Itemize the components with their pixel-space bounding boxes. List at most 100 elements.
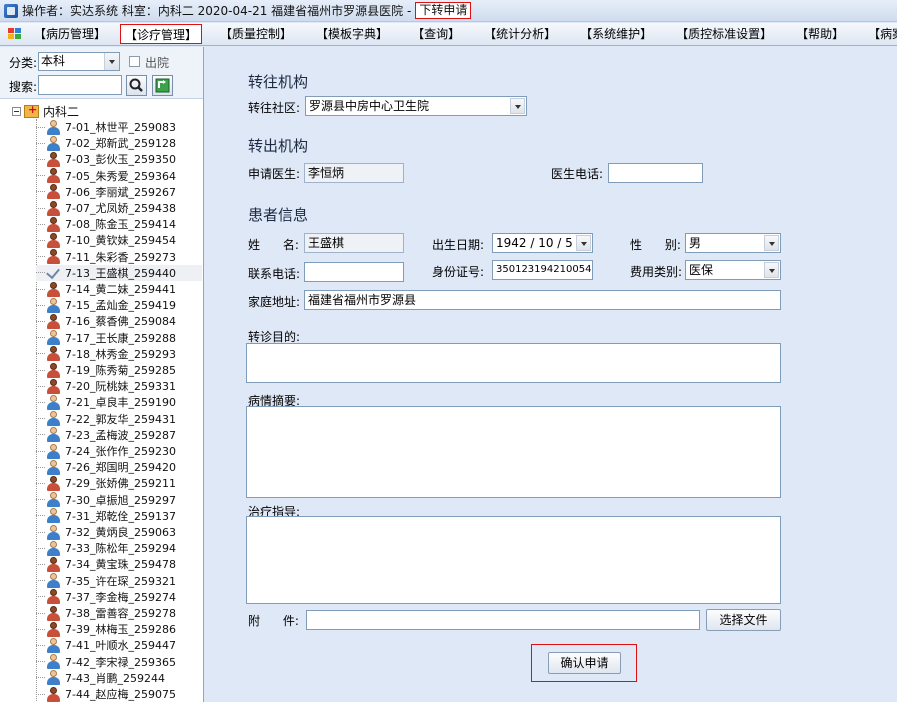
patient-icon-body (47, 337, 60, 346)
tree-patient-item[interactable]: 7-30_卓振旭_259297 (36, 492, 202, 508)
discharged-label: 出院 (145, 56, 170, 70)
menu-qc-standard-settings[interactable]: 【质控标准设置】 (672, 24, 776, 44)
collapse-icon[interactable] (12, 106, 21, 116)
tree-patient-item[interactable]: 7-11_朱彩香_259273 (36, 249, 202, 265)
tree-root-department[interactable]: 内科二 (12, 103, 79, 119)
tree-patient-item[interactable]: 7-07_尤凤娇_259438 (36, 200, 202, 216)
tree-patient-item[interactable]: 7-20_阮桃妹_259331 (36, 378, 202, 394)
address-field[interactable]: 福建省福州市罗源县 (304, 290, 781, 310)
discharged-checkbox[interactable] (129, 56, 140, 67)
purpose-textarea[interactable] (246, 343, 781, 383)
male-patient-icon (46, 119, 61, 135)
tree-patient-item[interactable]: 7-22_郭友华_259431 (36, 411, 202, 427)
tree-patient-item[interactable]: 7-13_王盛棋_259440 (36, 264, 202, 281)
tree-connector (36, 401, 45, 403)
guidance-textarea[interactable] (246, 516, 781, 604)
tree-patient-item[interactable]: 7-39_林梅玉_259286 (36, 621, 202, 637)
tree-patient-item[interactable]: 7-23_孟梅波_259287 (36, 427, 202, 443)
male-patient-icon (46, 524, 61, 540)
menu-help[interactable]: 【帮助】 (792, 24, 848, 44)
tree-patient-label: 7-42_李宋禄_259365 (65, 655, 176, 669)
tree-patient-item[interactable]: 7-29_张娇佛_259211 (36, 475, 202, 491)
fee-type-select[interactable]: 医保 (685, 260, 781, 280)
menu-template-dictionary[interactable]: 【模板字典】 (312, 24, 392, 44)
tree-patient-item[interactable]: 7-41_叶顺水_259447 (36, 637, 202, 653)
title-bar: 操作者：实达系统 科室：内科二 2020-04-21 福建省福州市罗源县医院 -… (0, 0, 897, 22)
birth-date-label: 出生日期: (432, 238, 485, 252)
tree-patient-item[interactable]: 7-38_雷善容_259278 (36, 605, 202, 621)
refresh-button[interactable] (152, 75, 173, 96)
confirm-button[interactable]: 确认申请 (548, 652, 621, 674)
tree-patient-item[interactable]: 7-02_郑新武_259128 (36, 135, 202, 151)
search-button[interactable] (126, 75, 147, 96)
female-patient-icon (46, 249, 61, 265)
tree-patient-item[interactable]: 7-17_王长康_259288 (36, 330, 202, 346)
tree-patient-label: 7-33_陈松年_259294 (65, 542, 176, 556)
tree-patient-item[interactable]: 7-21_卓良丰_259190 (36, 394, 202, 410)
patient-icon-head (50, 411, 57, 419)
tree-patient-item[interactable]: 7-34_黄宝珠_259478 (36, 556, 202, 572)
tree-patient-item[interactable]: 7-33_陈松年_259294 (36, 540, 202, 556)
tree-patient-item[interactable]: 7-31_郑乾佺_259137 (36, 508, 202, 524)
tree-patient-item[interactable]: 7-44_赵应梅_259075 (36, 686, 202, 702)
patient-icon-body (47, 563, 60, 572)
tree-patient-item[interactable]: 7-37_李金梅_259274 (36, 589, 202, 605)
tree-patient-item[interactable]: 7-14_黄二妹_259441 (36, 281, 202, 297)
patient-icon-body (47, 223, 60, 232)
contact-phone-field[interactable] (304, 262, 404, 282)
category-select[interactable]: 本科 (38, 52, 120, 71)
menu-query[interactable]: 【查询】 (408, 24, 464, 44)
refresh-icon (155, 78, 170, 93)
tree-patient-item[interactable]: 7-15_孟灿金_259419 (36, 297, 202, 313)
menu-medical-records[interactable]: 【病历管理】 (30, 24, 110, 44)
to-community-select[interactable]: 罗源县中房中心卫生院 (305, 96, 527, 116)
tree-patient-item[interactable]: 7-08_陈金玉_259414 (36, 216, 202, 232)
doctor-phone-field[interactable] (608, 163, 703, 183)
tree-patient-item[interactable]: 7-42_李宋禄_259365 (36, 654, 202, 670)
female-patient-icon (46, 281, 61, 297)
birth-date-picker[interactable]: 1942 / 10 / 5 (492, 233, 593, 253)
tree-patient-item[interactable]: 7-24_张作作_259230 (36, 443, 202, 459)
tree-patient-label: 7-15_孟灿金_259419 (65, 299, 176, 313)
menu-diagnosis-management[interactable]: 【诊疗管理】 (120, 24, 203, 44)
male-patient-icon (46, 443, 61, 459)
tree-patient-item[interactable]: 7-18_林秀金_259293 (36, 346, 202, 362)
search-input[interactable] (38, 75, 122, 95)
patient-icon-body (47, 693, 60, 702)
sex-select[interactable]: 男 (685, 233, 781, 253)
tree-patient-item[interactable]: 7-32_黄炳良_259063 (36, 524, 202, 540)
tree-patient-label: 7-39_林梅玉_259286 (65, 623, 176, 637)
menu-case-module[interactable]: 【病案模块】 (864, 24, 897, 44)
tree-patient-label: 7-06_李丽斌_259267 (65, 185, 176, 199)
tree-patient-item[interactable]: 7-06_李丽斌_259267 (36, 184, 202, 200)
tree-patient-item[interactable]: 7-10_黄钦妹_259454 (36, 232, 202, 248)
tree-patient-item[interactable]: 7-26_郑国明_259420 (36, 459, 202, 475)
menu-quality-control[interactable]: 【质量控制】 (216, 24, 296, 44)
tree-patient-item[interactable]: 7-05_朱秀爱_259364 (36, 168, 202, 184)
menu-system-maintenance[interactable]: 【系统维护】 (576, 24, 656, 44)
choose-file-button[interactable]: 选择文件 (706, 609, 781, 631)
tree-patient-item[interactable]: 7-43_肖鹏_259244 (36, 670, 202, 686)
tree-patient-item[interactable]: 7-16_蔡香佛_259084 (36, 313, 202, 329)
doctor-label: 申请医生: (248, 167, 301, 181)
tree-connector (36, 499, 45, 501)
tree-patient-item[interactable]: 7-35_许在琛_259321 (36, 573, 202, 589)
female-patient-icon (46, 313, 61, 329)
tree-patient-label: 7-02_郑新武_259128 (65, 137, 176, 151)
patient-icon-head (50, 200, 57, 208)
id-number-field[interactable]: 350123194210054 (492, 260, 593, 280)
tree-patient-label: 7-23_孟梅波_259287 (65, 428, 176, 442)
tree-patient-item[interactable]: 7-03_彭伙玉_259350 (36, 151, 202, 167)
tree-connector (36, 272, 45, 274)
tree-patient-item[interactable]: 7-19_陈秀菊_259285 (36, 362, 202, 378)
chevron-down-icon (764, 262, 779, 278)
patient-icon-body (47, 434, 60, 443)
menu-statistics[interactable]: 【统计分析】 (480, 24, 560, 44)
tree-patient-item[interactable]: 7-01_林世平_259083 (36, 119, 202, 135)
tree-connector (36, 223, 45, 225)
attachment-field[interactable] (306, 610, 700, 630)
summary-textarea[interactable] (246, 406, 781, 498)
patient-icon-body (47, 191, 60, 200)
tree-connector (36, 239, 45, 241)
chevron-down-icon (764, 235, 779, 251)
